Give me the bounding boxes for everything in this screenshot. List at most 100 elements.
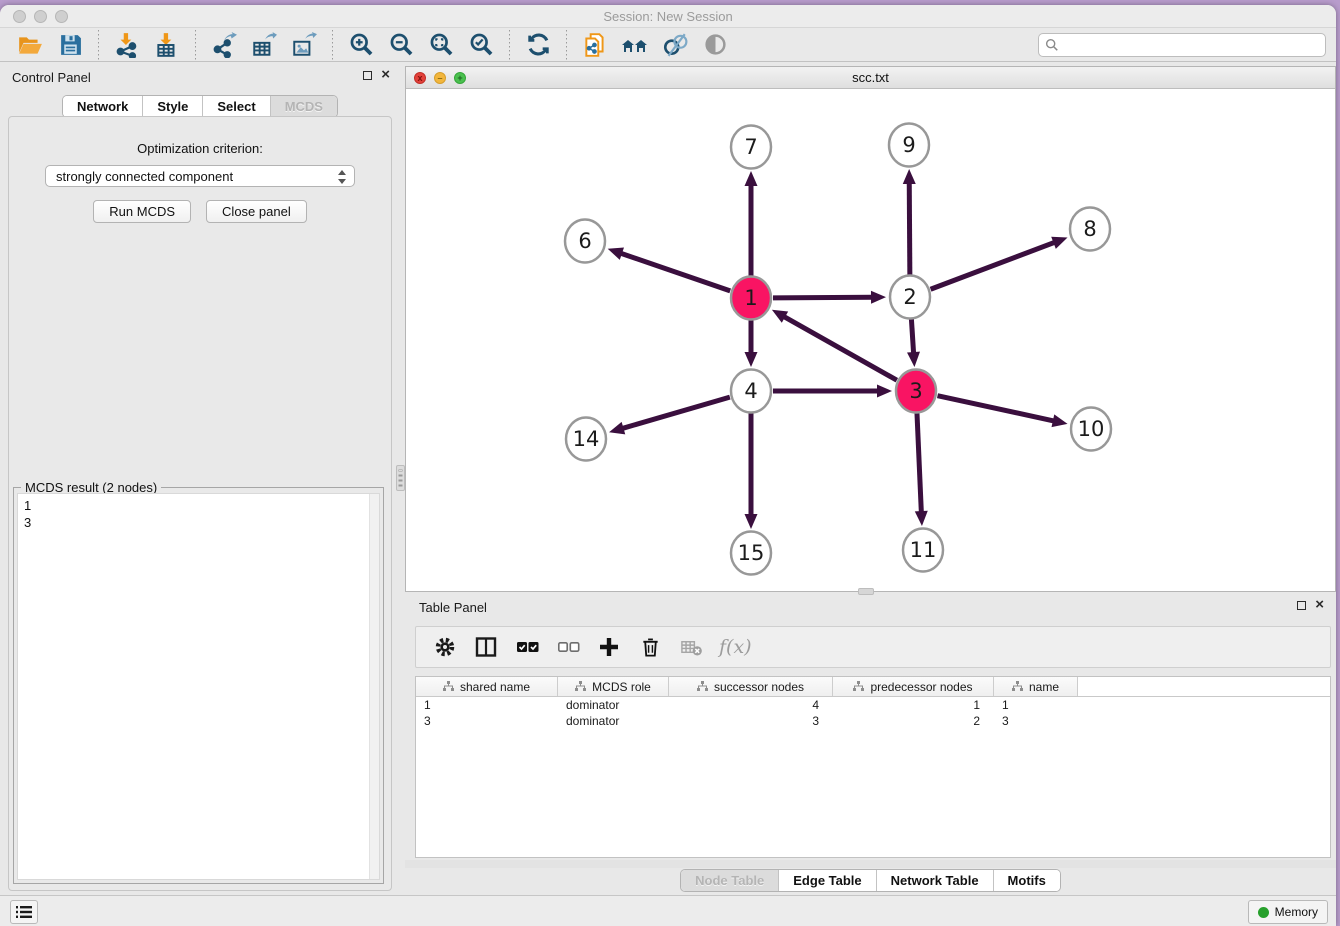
graph-node-label-15: 15: [738, 541, 765, 565]
cell-1-4[interactable]: 3: [994, 713, 1078, 729]
graph-arrowhead-2-9: [903, 169, 916, 184]
close-panel-icon[interactable]: ×: [381, 70, 390, 80]
network-canvas[interactable]: 7968124314101511: [406, 89, 1335, 591]
task-history-button[interactable]: [10, 900, 38, 924]
hide-selected-button[interactable]: [660, 30, 690, 60]
tab-style[interactable]: Style: [142, 96, 202, 117]
splitter-grip[interactable]: [396, 465, 405, 491]
column-sort-icon: [1012, 681, 1023, 692]
zoom-selected-button[interactable]: [466, 30, 496, 60]
clone-network-icon: [582, 32, 608, 58]
open-file-button[interactable]: [15, 30, 45, 60]
app-window: Session: New Session: [0, 5, 1336, 926]
select-all-icon: [515, 635, 540, 660]
tab-node-table[interactable]: Node Table: [681, 870, 778, 891]
deselect-all-button[interactable]: [555, 634, 581, 660]
refresh-button[interactable]: [523, 30, 553, 60]
search-container: [1038, 33, 1326, 57]
control-panel-tabs: Network Style Select MCDS: [62, 95, 338, 118]
column-sort-icon: [853, 681, 864, 692]
zoom-fit-button[interactable]: [426, 30, 456, 60]
export-network-button[interactable]: [209, 30, 239, 60]
function-builder-button[interactable]: f(x): [719, 634, 752, 660]
save-session-button[interactable]: [55, 30, 85, 60]
table-toolbar: f(x): [415, 626, 1331, 668]
float-table-panel-icon[interactable]: [1297, 601, 1306, 610]
delete-table-button[interactable]: [678, 634, 704, 660]
search-input[interactable]: [1038, 33, 1326, 57]
cell-0-2[interactable]: 4: [669, 697, 833, 713]
graph-edge-2-3[interactable]: [911, 319, 913, 354]
control-panel: Control Panel × Network Style Select MCD…: [0, 62, 400, 895]
tab-network-table[interactable]: Network Table: [876, 870, 993, 891]
table-body: 1dominator4113dominator323: [416, 697, 1330, 729]
refresh-icon: [526, 32, 551, 57]
header-filler: [1078, 677, 1330, 696]
close-panel-button[interactable]: Close panel: [206, 200, 307, 223]
network-graph: 7968124314101511: [406, 89, 1335, 591]
cell-1-0[interactable]: 3: [416, 713, 558, 729]
zoom-out-button[interactable]: [386, 30, 416, 60]
column-header-0[interactable]: shared name: [416, 677, 558, 696]
frame-resize-grip[interactable]: [858, 588, 874, 595]
tab-edge-table[interactable]: Edge Table: [778, 870, 875, 891]
cell-0-0[interactable]: 1: [416, 697, 558, 713]
graph-edge-4-14[interactable]: [622, 397, 730, 429]
float-panel-icon[interactable]: [363, 71, 372, 80]
close-table-panel-icon[interactable]: ×: [1315, 600, 1324, 610]
cell-0-1[interactable]: dominator: [558, 697, 669, 713]
cell-1-3[interactable]: 2: [833, 713, 994, 729]
cell-1-1[interactable]: dominator: [558, 713, 669, 729]
node-table[interactable]: shared nameMCDS rolesuccessor nodesprede…: [415, 676, 1331, 858]
graph-edge-3-11[interactable]: [917, 413, 921, 513]
delete-column-button[interactable]: [637, 634, 663, 660]
table-settings-button[interactable]: [432, 634, 458, 660]
column-header-2[interactable]: successor nodes: [669, 677, 833, 696]
column-header-3[interactable]: predecessor nodes: [833, 677, 994, 696]
toolbar-separator: [98, 30, 99, 60]
column-header-1[interactable]: MCDS role: [558, 677, 669, 696]
first-neighbors-button[interactable]: [620, 30, 650, 60]
graph-edge-3-10[interactable]: [937, 396, 1054, 421]
graph-edge-2-9[interactable]: [909, 182, 910, 275]
memory-status-icon: [1258, 907, 1269, 918]
table-row[interactable]: 1dominator411: [416, 697, 1330, 713]
graph-arrowhead-4-15: [745, 514, 758, 529]
cell-0-4[interactable]: 1: [994, 697, 1078, 713]
graph-arrowhead-2-8: [1051, 237, 1067, 249]
zoom-in-button[interactable]: [346, 30, 376, 60]
add-column-button[interactable]: [596, 634, 622, 660]
run-mcds-button[interactable]: Run MCDS: [93, 200, 191, 223]
cell-1-2[interactable]: 3: [669, 713, 833, 729]
table-tabs: Node Table Edge Table Network Table Moti…: [680, 869, 1061, 892]
graph-edge-2-8[interactable]: [931, 242, 1056, 289]
column-header-4[interactable]: name: [994, 677, 1078, 696]
search-icon: [1045, 38, 1059, 52]
mcds-result-textarea[interactable]: 1 3: [17, 493, 380, 880]
tab-select[interactable]: Select: [202, 96, 269, 117]
tab-mcds[interactable]: MCDS: [270, 96, 337, 117]
import-network-icon: [114, 32, 140, 58]
clone-network-button[interactable]: [580, 30, 610, 60]
cell-0-3[interactable]: 1: [833, 697, 994, 713]
show-all-button[interactable]: [700, 30, 730, 60]
result-scrollbar[interactable]: [369, 494, 379, 879]
tab-motifs[interactable]: Motifs: [993, 870, 1060, 891]
main-area: Control Panel × Network Style Select MCD…: [0, 62, 1336, 895]
export-table-button[interactable]: [249, 30, 279, 60]
graph-edge-1-6[interactable]: [620, 253, 730, 291]
graph-edge-3-1[interactable]: [783, 316, 897, 380]
export-image-button[interactable]: [289, 30, 319, 60]
optimization-criterion-select[interactable]: strongly connected component: [45, 165, 355, 187]
import-table-button[interactable]: [152, 30, 182, 60]
network-frame-titlebar[interactable]: x – + scc.txt: [406, 67, 1335, 89]
graph-edge-1-2[interactable]: [773, 297, 873, 298]
memory-button[interactable]: Memory: [1248, 900, 1328, 924]
select-all-button[interactable]: [514, 634, 540, 660]
show-columns-button[interactable]: [473, 634, 499, 660]
export-table-icon: [251, 32, 277, 58]
table-row[interactable]: 3dominator323: [416, 713, 1330, 729]
deselect-all-icon: [556, 635, 581, 660]
tab-network[interactable]: Network: [63, 96, 142, 117]
import-network-button[interactable]: [112, 30, 142, 60]
